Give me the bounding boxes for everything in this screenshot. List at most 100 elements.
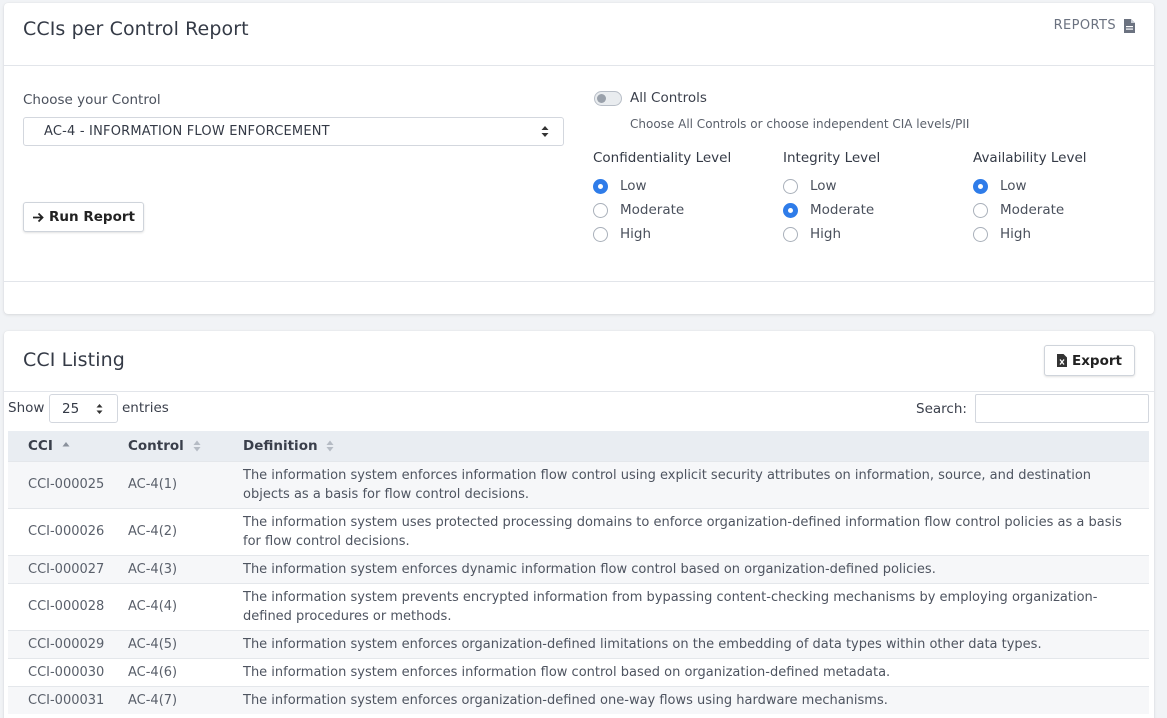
control-select[interactable]: AC-4 - INFORMATION FLOW ENFORCEMENT xyxy=(23,117,564,146)
listing-title: CCI Listing xyxy=(23,349,125,371)
control-cell: AC-4(5) xyxy=(108,629,223,658)
column-label: CCI xyxy=(28,437,53,454)
confidentiality-low[interactable]: Low xyxy=(593,174,731,198)
sort-icon xyxy=(193,440,201,452)
document-icon xyxy=(1124,18,1135,33)
export-label: Export xyxy=(1072,352,1122,369)
definition-cell: The information system enforces informat… xyxy=(223,460,1149,508)
radio-label: High xyxy=(810,226,842,242)
run-report-button[interactable]: Run Report xyxy=(23,202,144,232)
toggle-knob xyxy=(597,94,606,103)
integrity-title: Integrity Level xyxy=(783,150,881,166)
radio-label: Moderate xyxy=(1000,202,1065,218)
show-label: Show xyxy=(8,400,45,416)
radio-label: High xyxy=(1000,226,1032,242)
radio-checked[interactable] xyxy=(783,202,798,218)
select-arrows-icon xyxy=(541,126,549,137)
control-cell: AC-4(2) xyxy=(108,507,223,555)
integrity-group: Integrity Level Low Moderate High xyxy=(783,150,880,246)
column-label: Control xyxy=(128,437,184,454)
radio-unchecked[interactable] xyxy=(593,226,608,242)
column-header-definition[interactable]: Definition xyxy=(223,431,1149,461)
radio-unchecked[interactable] xyxy=(783,178,798,194)
table-row[interactable]: CCI-000028 AC-4(4) The information syste… xyxy=(8,582,1149,630)
search-label: Search: xyxy=(916,401,967,417)
table-row[interactable]: CCI-000029 AC-4(5) The information syste… xyxy=(8,629,1149,658)
definition-cell: The information system uses protected pr… xyxy=(223,507,1149,555)
control-select-value: AC-4 - INFORMATION FLOW ENFORCEMENT xyxy=(44,124,330,139)
page-length-select[interactable]: 25 xyxy=(49,394,118,423)
definition-cell: The information system prevents encrypte… xyxy=(223,582,1149,630)
availability-high[interactable]: High xyxy=(973,222,1087,246)
cci-cell: CCI-000030 xyxy=(8,657,108,686)
cci-cell: CCI-000026 xyxy=(8,507,108,555)
integrity-low[interactable]: Low xyxy=(783,174,880,198)
radio-label: Low xyxy=(620,178,647,194)
listing-card-header: CCI Listing Export xyxy=(4,331,1154,392)
control-cell: AC-4(4) xyxy=(108,582,223,630)
arrow-right-icon xyxy=(33,212,44,222)
page-title: CCIs per Control Report xyxy=(23,18,249,40)
table-row[interactable]: CCI-000025 AC-4(1) The information syste… xyxy=(8,460,1149,508)
cci-cell: CCI-000031 xyxy=(8,685,108,714)
table-row[interactable]: CCI-000026 AC-4(2) The information syste… xyxy=(8,507,1149,555)
availability-title: Availability Level xyxy=(973,150,1087,166)
table-header-row: CCI Control Definition xyxy=(8,431,1149,461)
radio-label: Low xyxy=(1000,178,1027,194)
sort-icon xyxy=(326,440,334,452)
radio-unchecked[interactable] xyxy=(973,226,988,242)
radio-label: Low xyxy=(810,178,837,194)
table-row[interactable]: CCI-000027 AC-4(3) The information syste… xyxy=(8,554,1149,583)
reports-link[interactable]: REPORTS xyxy=(1054,18,1135,33)
definition-cell: The information system enforces informat… xyxy=(223,657,1149,686)
radio-unchecked[interactable] xyxy=(783,226,798,242)
all-controls-toggle[interactable] xyxy=(594,91,622,106)
column-label: Definition xyxy=(243,437,318,454)
excel-file-icon xyxy=(1057,354,1067,367)
definition-cell: The information system enforces dynamic … xyxy=(223,554,1149,583)
radio-checked[interactable] xyxy=(593,178,608,194)
control-cell: AC-4(6) xyxy=(108,657,223,686)
entries-label: entries xyxy=(122,400,169,416)
confidentiality-moderate[interactable]: Moderate xyxy=(593,198,731,222)
card-footer-divider xyxy=(4,281,1154,282)
control-cell: AC-4(3) xyxy=(108,554,223,583)
table-row[interactable]: CCI-000030 AC-4(6) The information syste… xyxy=(8,657,1149,686)
page-length-value: 25 xyxy=(62,401,80,417)
all-controls-label: All Controls xyxy=(630,90,707,106)
select-arrows-icon xyxy=(96,404,103,414)
column-header-control[interactable]: Control xyxy=(108,431,223,461)
cci-cell: CCI-000027 xyxy=(8,554,108,583)
confidentiality-high[interactable]: High xyxy=(593,222,731,246)
availability-moderate[interactable]: Moderate xyxy=(973,198,1087,222)
definition-cell: The information system enforces organiza… xyxy=(223,685,1149,714)
definition-cell: The information system enforces organiza… xyxy=(223,629,1149,658)
cci-cell: CCI-000028 xyxy=(8,582,108,630)
export-button[interactable]: Export xyxy=(1044,345,1135,376)
table-row[interactable]: CCI-000031 AC-4(7) The information syste… xyxy=(8,685,1149,714)
all-controls-help: Choose All Controls or choose independen… xyxy=(630,117,970,131)
cci-listing-card: CCI Listing Export Show 25 entries Searc… xyxy=(4,331,1154,718)
radio-unchecked[interactable] xyxy=(973,202,988,218)
radio-label: Moderate xyxy=(810,202,875,218)
radio-checked[interactable] xyxy=(973,178,988,194)
control-label: Choose your Control xyxy=(23,92,161,108)
radio-label: High xyxy=(620,226,652,242)
column-header-cci[interactable]: CCI xyxy=(8,431,108,461)
cci-cell: CCI-000025 xyxy=(8,460,108,508)
control-cell: AC-4(1) xyxy=(108,460,223,508)
confidentiality-title: Confidentiality Level xyxy=(593,150,732,166)
radio-label: Moderate xyxy=(620,202,685,218)
integrity-high[interactable]: High xyxy=(783,222,880,246)
search-input[interactable] xyxy=(975,394,1149,423)
cci-cell: CCI-000029 xyxy=(8,629,108,658)
integrity-moderate[interactable]: Moderate xyxy=(783,198,880,222)
report-config-card: CCIs per Control Report REPORTS Choose y… xyxy=(4,3,1154,314)
confidentiality-group: Confidentiality Level Low Moderate High xyxy=(593,150,731,246)
sort-ascending-icon xyxy=(62,441,70,447)
radio-unchecked[interactable] xyxy=(593,202,608,218)
control-cell: AC-4(7) xyxy=(108,685,223,714)
availability-group: Availability Level Low Moderate High xyxy=(973,150,1087,246)
availability-low[interactable]: Low xyxy=(973,174,1087,198)
reports-link-label: REPORTS xyxy=(1053,18,1116,33)
